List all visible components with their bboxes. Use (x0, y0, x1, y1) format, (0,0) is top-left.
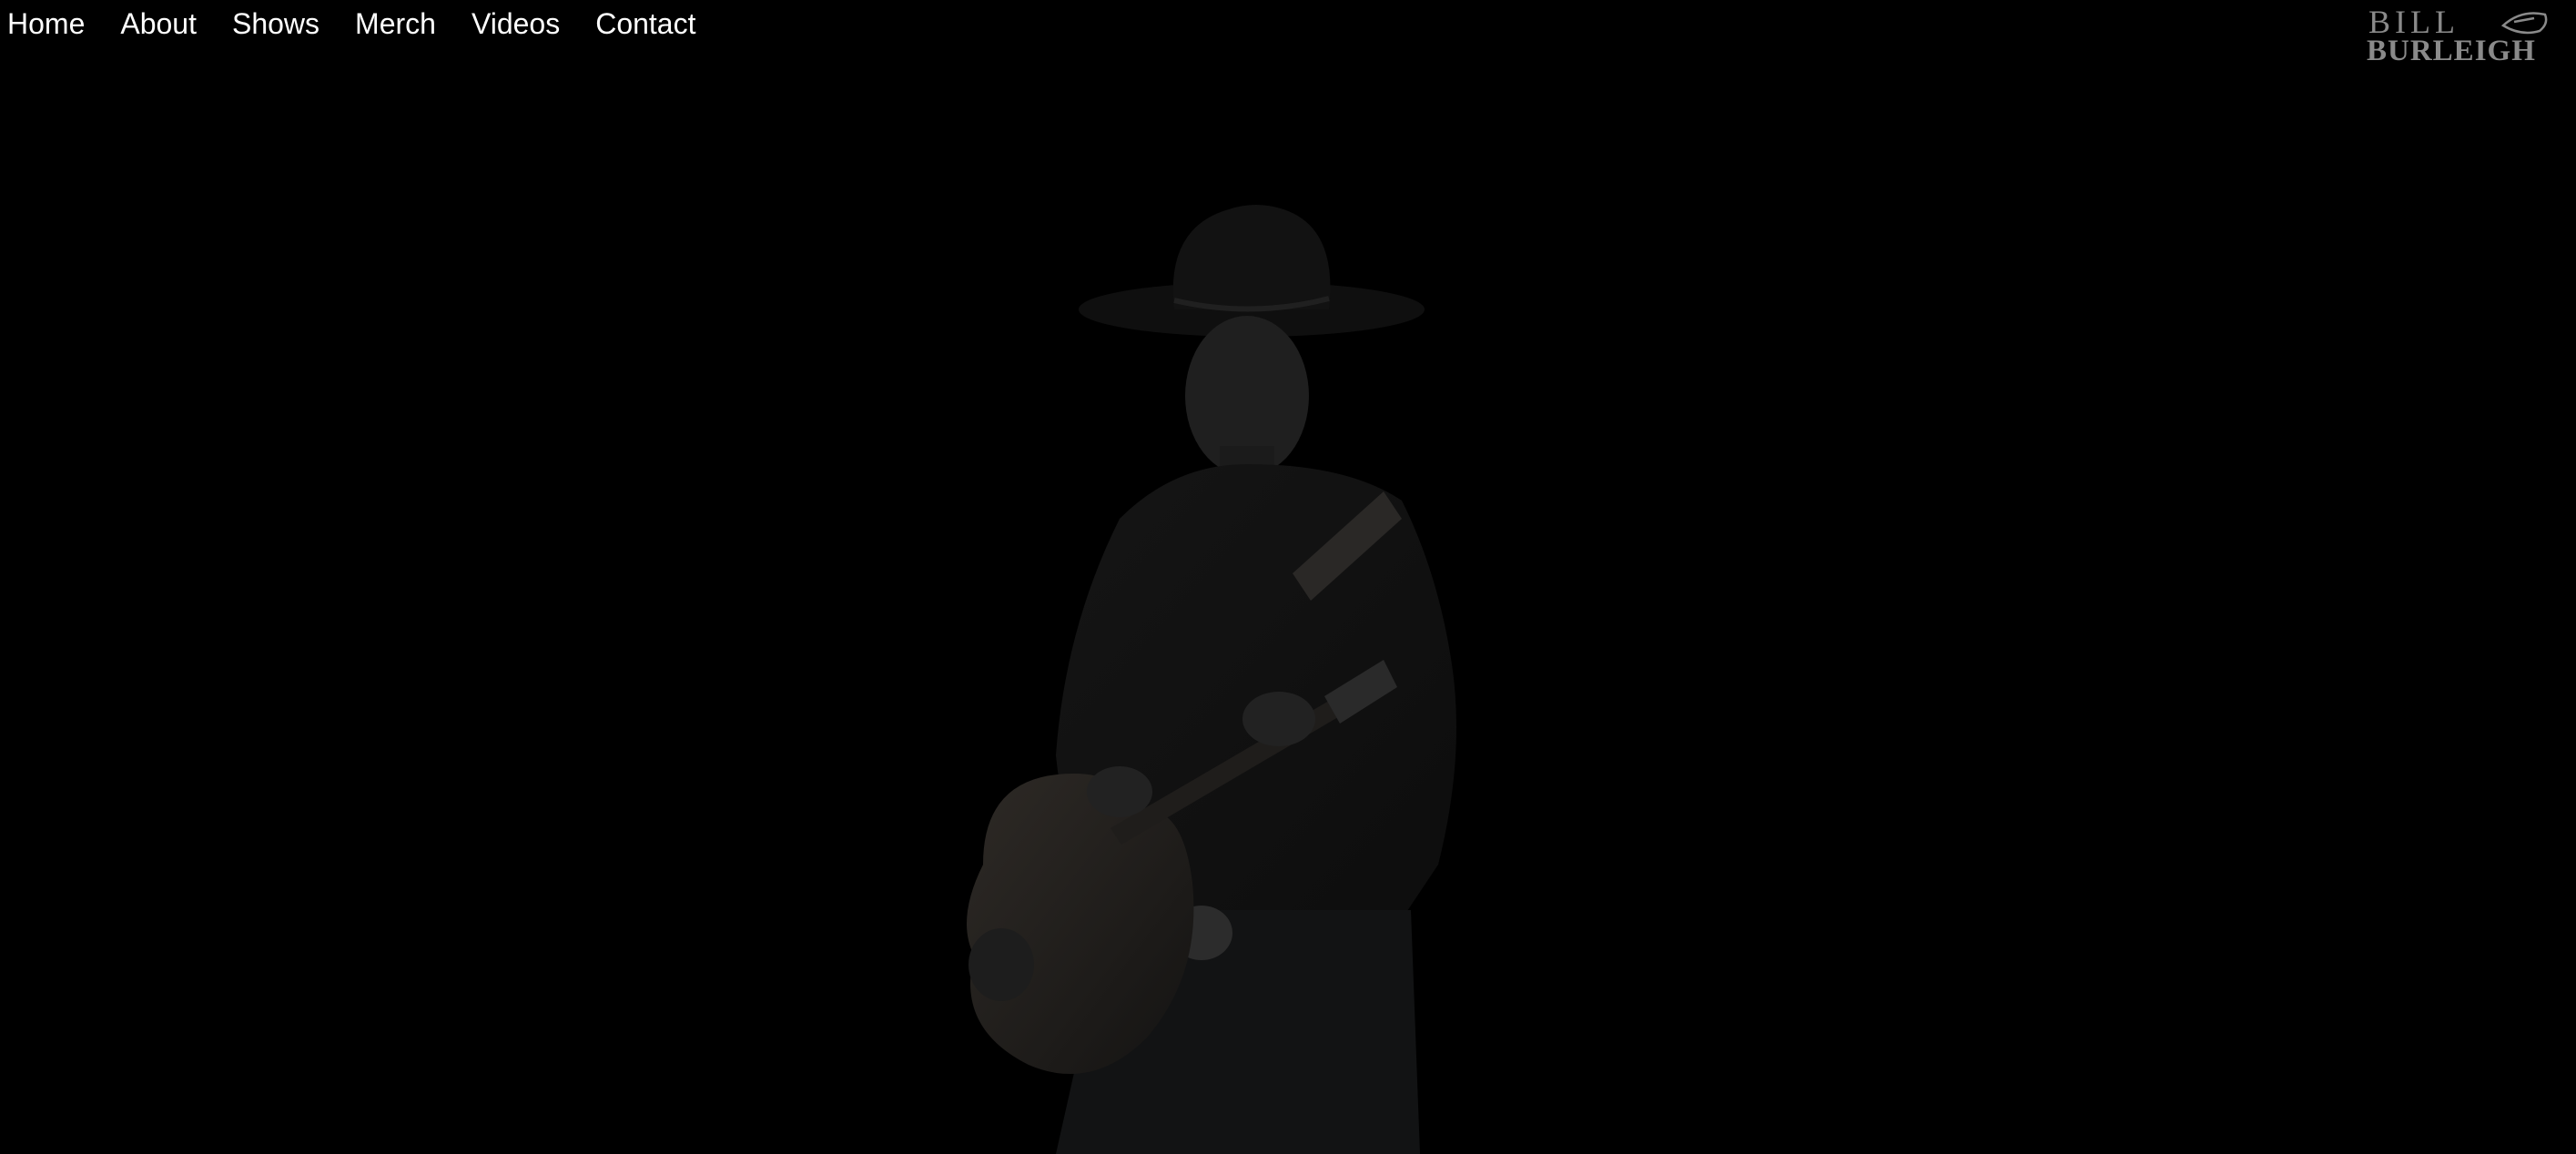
nav-home[interactable]: Home (0, 9, 85, 38)
nav-about[interactable]: About (120, 9, 197, 38)
nav-contact[interactable]: Contact (595, 9, 695, 38)
nav-merch[interactable]: Merch (355, 9, 436, 38)
nav-videos[interactable]: Videos (472, 9, 560, 38)
nav-shows[interactable]: Shows (232, 9, 319, 38)
main-nav: Home About Shows Merch Videos Contact (0, 0, 695, 47)
site-logo[interactable]: BILL BURLEIGH (2367, 5, 2554, 64)
logo-line-2: BURLEIGH (2367, 35, 2536, 64)
hat-icon (2500, 12, 2548, 35)
hero-image (967, 205, 1456, 1154)
